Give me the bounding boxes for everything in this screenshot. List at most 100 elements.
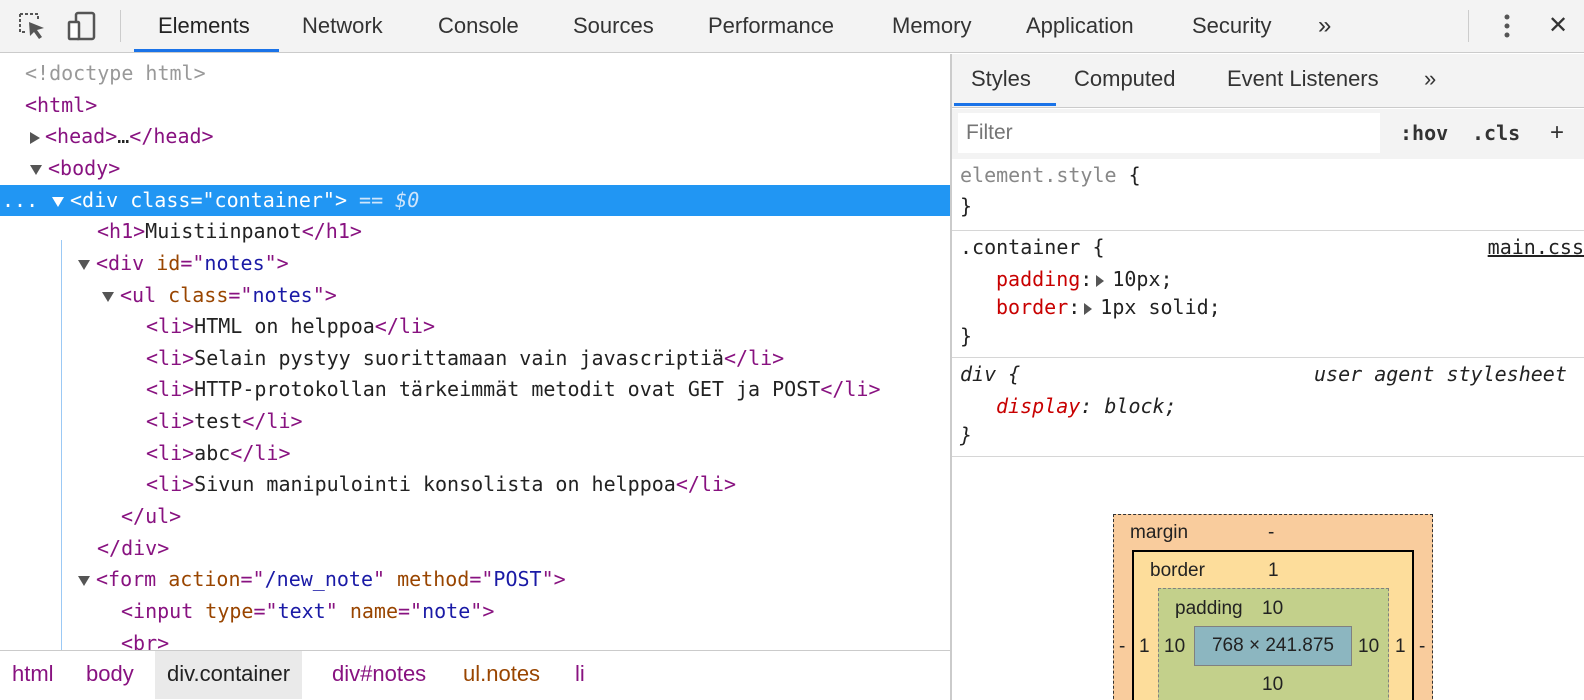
type-attr-name: type xyxy=(205,599,254,623)
expand-shorthand-icon[interactable] xyxy=(1096,274,1105,287)
class-attr-name: class xyxy=(168,283,229,307)
body-node[interactable]: <body> xyxy=(0,153,950,184)
more-tabs-chevron-icon[interactable]: » xyxy=(1318,0,1331,53)
class-attr-name: class xyxy=(130,188,191,212)
list-item[interactable]: <li>Sivun manipulointi konsolista on hel… xyxy=(0,469,950,500)
container-rule[interactable]: .container { main.css padding: 10px; bord… xyxy=(952,231,1584,358)
tab-elements[interactable]: Elements xyxy=(158,0,250,53)
input-node[interactable]: <input type="text" name="note"> xyxy=(0,596,950,627)
collapse-triangle-icon[interactable] xyxy=(102,291,114,302)
border-right-value[interactable]: 1 xyxy=(1395,636,1406,658)
class-toggle[interactable]: .cls xyxy=(1472,113,1520,153)
active-tab-indicator xyxy=(134,49,279,52)
margin-right-value[interactable]: - xyxy=(1419,636,1425,658)
collapse-triangle-icon[interactable] xyxy=(78,259,90,270)
rule-close-brace: } xyxy=(960,194,973,218)
tab-console[interactable]: Console xyxy=(438,0,519,53)
li-text: abc xyxy=(194,441,231,465)
rule-selector: .container { xyxy=(960,233,1105,262)
toolbar-separator xyxy=(120,10,121,42)
tab-security[interactable]: Security xyxy=(1192,0,1271,53)
close-icon[interactable]: ✕ xyxy=(1548,0,1568,53)
div-open-tag-end: "> xyxy=(322,188,347,212)
ul-close-node[interactable]: </ul> xyxy=(0,501,950,532)
node-actions-ellipsis[interactable]: ... xyxy=(0,185,52,216)
method-attr-value: POST xyxy=(493,567,542,591)
tab-memory[interactable]: Memory xyxy=(892,0,971,53)
hover-state-toggle[interactable]: :hov xyxy=(1400,113,1448,153)
collapse-triangle-icon[interactable] xyxy=(78,575,90,586)
id-attr-value: notes xyxy=(204,251,265,275)
h1-text: Muistiinpanot xyxy=(145,219,302,243)
tab-event-listeners[interactable]: Event Listeners xyxy=(1227,54,1379,106)
list-item[interactable]: <li>Selain pystyy suorittamaan vain java… xyxy=(0,343,950,374)
html-node[interactable]: <html> xyxy=(0,90,950,121)
li-close-tag: </li> xyxy=(374,314,436,338)
margin-left-value[interactable]: - xyxy=(1119,636,1125,658)
expand-shorthand-icon[interactable] xyxy=(1084,302,1093,315)
dom-tree-panel: <!doctype html> <html> <head>…</head> <b… xyxy=(0,54,950,650)
li-open-tag: <li> xyxy=(146,409,195,433)
padding-top-value[interactable]: 10 xyxy=(1262,598,1283,620)
margin-label: margin xyxy=(1130,522,1189,543)
styles-filter-input[interactable] xyxy=(958,113,1380,153)
tab-styles[interactable]: Styles xyxy=(971,54,1031,106)
li-close-tag: </li> xyxy=(230,441,291,465)
breadcrumb-body[interactable]: body xyxy=(74,651,146,699)
padding-right-value[interactable]: 10 xyxy=(1358,636,1379,658)
collapse-triangle-icon[interactable] xyxy=(52,196,64,207)
list-item[interactable]: <li>HTML on helppoa</li> xyxy=(0,311,950,342)
console-ref: $0 xyxy=(395,188,420,212)
css-declaration[interactable]: border: 1px solid; xyxy=(996,293,1221,322)
li-close-tag: </li> xyxy=(820,377,881,401)
body-open-tag: <body> xyxy=(48,156,121,180)
html-open-tag: <html> xyxy=(25,93,98,117)
tab-performance[interactable]: Performance xyxy=(708,0,834,53)
margin-top-value[interactable]: - xyxy=(1268,522,1274,544)
list-item[interactable]: <li>test</li> xyxy=(0,406,950,437)
box-model-content[interactable]: 768 × 241.875 xyxy=(1194,626,1352,666)
head-ellipsis: … xyxy=(117,124,130,148)
more-tabs-chevron-icon[interactable]: » xyxy=(1424,54,1436,106)
collapse-triangle-icon[interactable] xyxy=(30,164,42,175)
tab-sources[interactable]: Sources xyxy=(573,0,654,53)
tab-computed[interactable]: Computed xyxy=(1074,54,1176,106)
padding-bottom-value[interactable]: 10 xyxy=(1262,674,1283,696)
breadcrumb-li[interactable]: li xyxy=(563,651,597,699)
breadcrumb-html[interactable]: html xyxy=(0,651,66,699)
add-rule-button[interactable]: + xyxy=(1550,113,1564,153)
li-open-tag: <li> xyxy=(146,314,195,338)
tab-network[interactable]: Network xyxy=(302,0,383,53)
breadcrumb-label: div.container xyxy=(167,661,291,686)
css-declaration[interactable]: padding: 10px; xyxy=(996,265,1173,294)
head-node[interactable]: <head>…</head> xyxy=(0,121,950,152)
h1-node[interactable]: <h1>Muistiinpanot</h1> xyxy=(0,216,950,247)
selected-div-container-node[interactable]: ... <div class="container"> == $0 xyxy=(0,185,950,216)
border-left-value[interactable]: 1 xyxy=(1139,636,1150,658)
rule-open-brace: { xyxy=(1092,235,1105,259)
expand-triangle-icon[interactable] xyxy=(30,131,40,144)
doctype-node[interactable]: <!doctype html> xyxy=(0,58,950,89)
border-top-value[interactable]: 1 xyxy=(1268,560,1279,582)
kebab-icon[interactable] xyxy=(1492,10,1524,42)
div-close-node[interactable]: </div> xyxy=(0,533,950,564)
ul-notes-node[interactable]: <ul class="notes"> xyxy=(0,280,950,311)
padding-left-value[interactable]: 10 xyxy=(1164,636,1185,658)
div-notes-node[interactable]: <div id="notes"> xyxy=(0,248,950,279)
form-node[interactable]: <form action="/new_note" method="POST"> xyxy=(0,564,950,595)
breadcrumb-ul-notes[interactable]: ul.notes xyxy=(451,651,552,699)
form-open-tag-end: > xyxy=(553,567,566,591)
inspect-element-icon[interactable] xyxy=(16,10,48,42)
breadcrumb-div-container[interactable]: div.container xyxy=(155,651,303,699)
list-item[interactable]: <li>abc</li> xyxy=(0,438,950,469)
br-node[interactable]: <br> xyxy=(0,628,950,650)
rule-close-brace: } xyxy=(960,324,973,348)
rule-source-link[interactable]: main.css xyxy=(1488,233,1584,262)
element-style-rule[interactable]: element.style { } xyxy=(952,159,1584,231)
div-ua-rule[interactable]: div { user agent stylesheet display: blo… xyxy=(952,358,1584,457)
br-tag: <br> xyxy=(121,631,170,650)
device-toolbar-icon[interactable] xyxy=(66,10,98,42)
breadcrumb-div-notes[interactable]: div#notes xyxy=(320,651,438,699)
list-item[interactable]: <li>HTTP-protokollan tärkeimmät metodit … xyxy=(0,374,950,405)
tab-application[interactable]: Application xyxy=(1026,0,1134,53)
